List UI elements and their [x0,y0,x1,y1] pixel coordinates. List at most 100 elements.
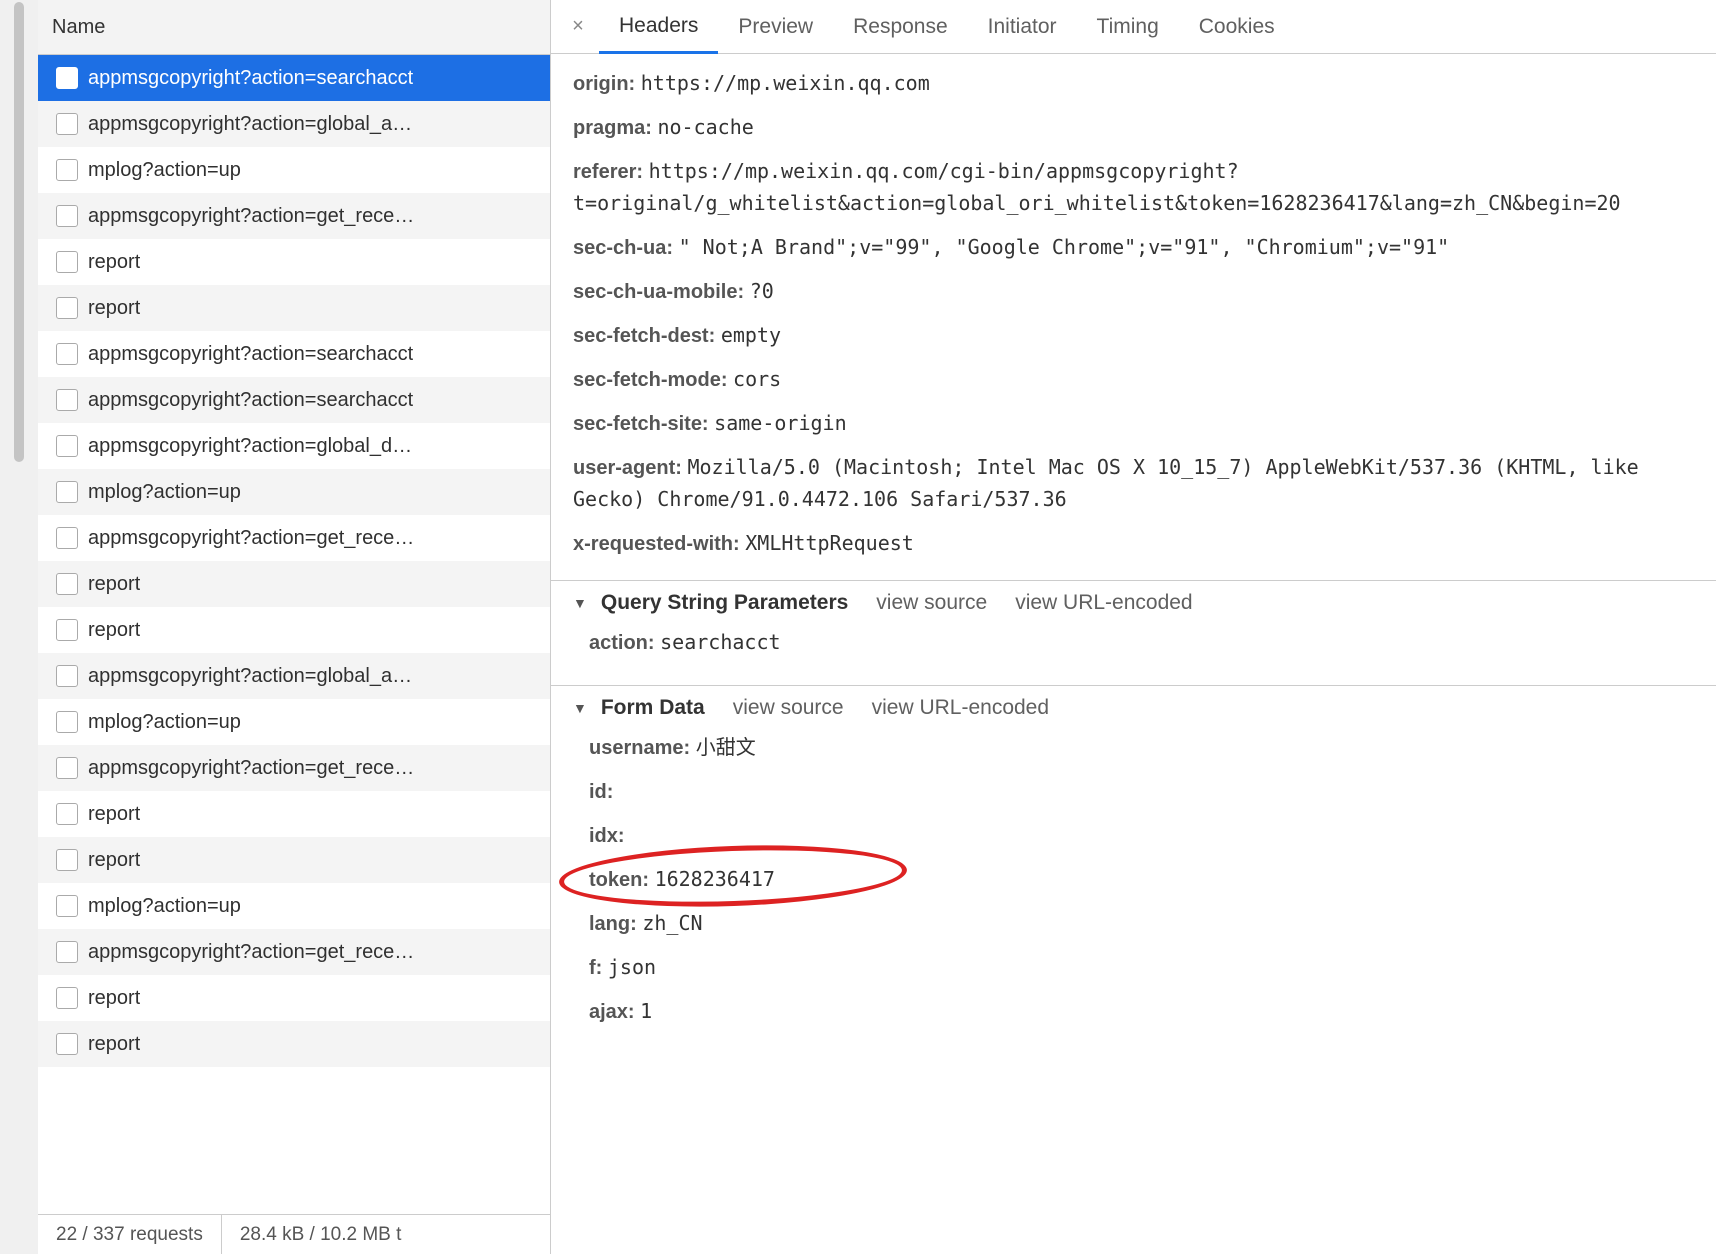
row-checkbox[interactable] [56,481,78,503]
param-value: searchacct [660,630,780,654]
request-row[interactable]: report [38,561,550,607]
row-checkbox[interactable] [56,711,78,733]
close-icon[interactable]: × [557,15,599,38]
header-value: cors [733,367,781,391]
request-name: appmsgcopyright?action=global_d… [88,435,412,458]
request-row[interactable]: report [38,607,550,653]
transfer-size: 28.4 kB / 10.2 MB t [222,1215,550,1254]
request-row[interactable]: mplog?action=up [38,147,550,193]
request-row[interactable]: mplog?action=up [38,699,550,745]
network-request-list-panel: Name appmsgcopyright?action=searchacctap… [38,0,551,1254]
query-string-section-head[interactable]: ▼ Query String Parameters view source vi… [551,581,1716,621]
request-name: appmsgcopyright?action=searchacct [88,389,413,412]
request-row[interactable]: appmsgcopyright?action=get_rece… [38,929,550,975]
row-checkbox[interactable] [56,803,78,825]
view-source-link[interactable]: view source [876,591,987,615]
request-row[interactable]: mplog?action=up [38,469,550,515]
request-name: report [88,803,140,826]
form-value: 1628236417 [655,867,775,891]
tab-initiator[interactable]: Initiator [968,0,1077,53]
request-name: report [88,297,140,320]
row-checkbox[interactable] [56,113,78,135]
header-value: Mozilla/5.0 (Macintosh; Intel Mac OS X 1… [573,455,1639,511]
form-entry: ajax: 1 [589,990,1694,1034]
row-checkbox[interactable] [56,343,78,365]
request-name: report [88,849,140,872]
request-name: appmsgcopyright?action=searchacct [88,343,413,366]
request-row[interactable]: appmsgcopyright?action=searchacct [38,55,550,101]
row-checkbox[interactable] [56,435,78,457]
request-row[interactable]: appmsgcopyright?action=get_rece… [38,193,550,239]
request-name: appmsgcopyright?action=get_rece… [88,205,414,228]
request-row[interactable]: appmsgcopyright?action=searchacct [38,377,550,423]
details-body: origin: https://mp.weixin.qq.compragma: … [551,54,1716,1254]
request-row[interactable]: report [38,285,550,331]
header-entry: sec-ch-ua: " Not;A Brand";v="99", "Googl… [573,226,1694,270]
request-name: mplog?action=up [88,481,241,504]
param-entry: action: searchacct [589,621,1694,665]
row-checkbox[interactable] [56,941,78,963]
row-checkbox[interactable] [56,987,78,1009]
row-checkbox[interactable] [56,67,78,89]
column-header-name[interactable]: Name [38,0,550,55]
tab-timing[interactable]: Timing [1077,0,1179,53]
row-checkbox[interactable] [56,895,78,917]
row-checkbox[interactable] [56,527,78,549]
request-name: report [88,573,140,596]
request-row[interactable]: appmsgcopyright?action=get_rece… [38,515,550,561]
header-value: empty [721,323,781,347]
param-key: action: [589,632,660,654]
form-data-params: username: 小甜文id: idx: token: 1628236417l… [551,726,1716,1040]
header-key: user-agent: [573,457,687,479]
form-data-section-head[interactable]: ▼ Form Data view source view URL-encoded [551,686,1716,726]
header-value: https://mp.weixin.qq.com/cgi-bin/appmsgc… [573,159,1621,215]
row-checkbox[interactable] [56,297,78,319]
tab-headers[interactable]: Headers [599,1,718,54]
row-checkbox[interactable] [56,159,78,181]
request-row[interactable]: appmsgcopyright?action=searchacct [38,331,550,377]
row-checkbox[interactable] [56,1033,78,1055]
row-checkbox[interactable] [56,665,78,687]
request-row[interactable]: mplog?action=up [38,883,550,929]
row-checkbox[interactable] [56,251,78,273]
form-entry: token: 1628236417 [589,858,1694,902]
header-entry: sec-fetch-dest: empty [573,314,1694,358]
form-value: 1 [640,999,652,1023]
request-row[interactable]: report [38,791,550,837]
request-row[interactable]: report [38,239,550,285]
view-source-link[interactable]: view source [733,696,844,720]
request-details-panel: × Headers Preview Response Initiator Tim… [551,0,1716,1254]
section-title-qsp: Query String Parameters [601,591,848,615]
requests-count: 22 / 337 requests [38,1215,222,1254]
row-checkbox[interactable] [56,849,78,871]
form-key: idx: [589,825,625,847]
header-entry: referer: https://mp.weixin.qq.com/cgi-bi… [573,150,1694,226]
header-value: XMLHttpRequest [745,531,914,555]
form-value: zh_CN [642,911,702,935]
request-name: report [88,987,140,1010]
request-row[interactable]: report [38,1021,550,1067]
request-row[interactable]: appmsgcopyright?action=global_a… [38,653,550,699]
request-row[interactable]: report [38,975,550,1021]
tab-cookies[interactable]: Cookies [1179,0,1295,53]
form-entry: f: json [589,946,1694,990]
scroll-thumb[interactable] [14,2,24,462]
request-row[interactable]: appmsgcopyright?action=global_a… [38,101,550,147]
header-key: sec-ch-ua: [573,237,679,259]
tab-preview[interactable]: Preview [718,0,833,53]
row-checkbox[interactable] [56,619,78,641]
row-checkbox[interactable] [56,389,78,411]
header-entry: origin: https://mp.weixin.qq.com [573,62,1694,106]
view-url-encoded-link[interactable]: view URL-encoded [1015,591,1192,615]
row-checkbox[interactable] [56,757,78,779]
row-checkbox[interactable] [56,205,78,227]
request-row[interactable]: appmsgcopyright?action=get_rece… [38,745,550,791]
outer-vertical-scrollbar[interactable] [0,0,38,1254]
tab-response[interactable]: Response [833,0,968,53]
row-checkbox[interactable] [56,573,78,595]
form-key: token: [589,869,655,891]
view-url-encoded-link[interactable]: view URL-encoded [872,696,1049,720]
request-row[interactable]: appmsgcopyright?action=global_d… [38,423,550,469]
header-value: " Not;A Brand";v="99", "Google Chrome";v… [679,235,1450,259]
request-row[interactable]: report [38,837,550,883]
